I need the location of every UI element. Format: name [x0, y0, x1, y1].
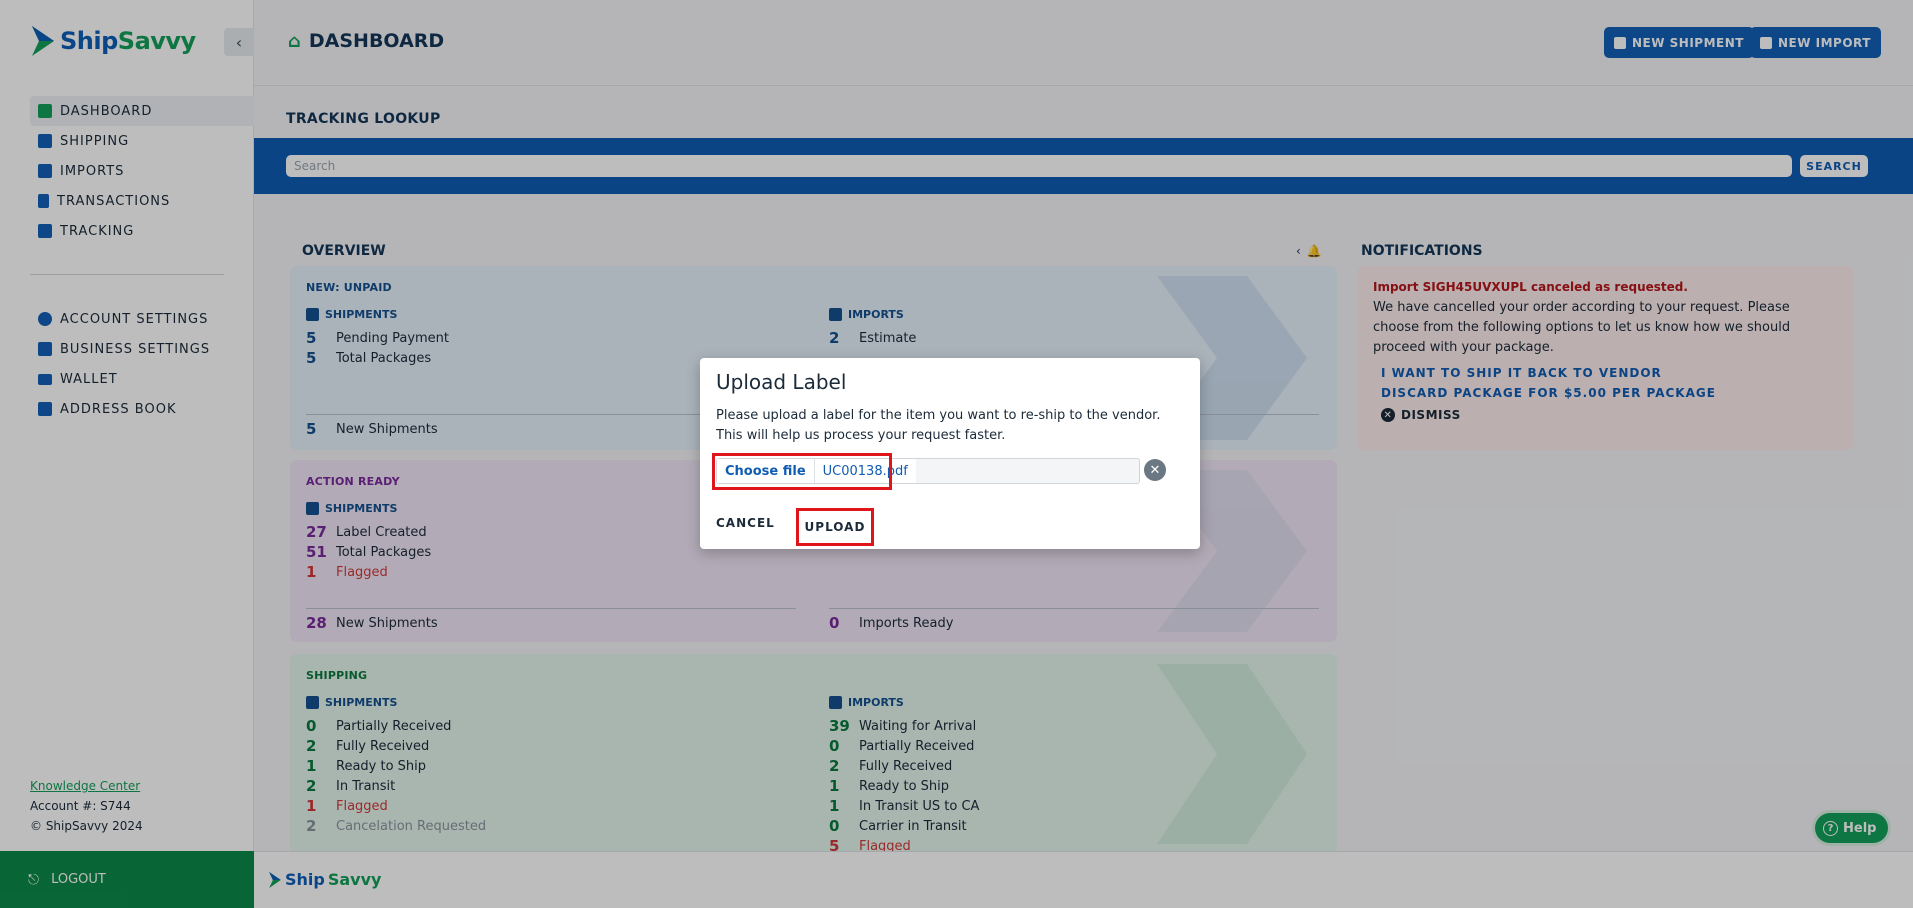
modal-title: Upload Label	[716, 370, 847, 394]
upload-label: UPLOAD	[804, 520, 866, 534]
upload-button[interactable]: UPLOAD	[796, 508, 874, 546]
upload-label-modal: Upload Label Please upload a label for t…	[700, 358, 1200, 549]
cancel-button[interactable]: CANCEL	[716, 516, 775, 530]
modal-description: Please upload a label for the item you w…	[716, 408, 1161, 443]
clear-file-icon[interactable]: ✕	[1144, 459, 1166, 481]
file-input-highlight	[712, 453, 892, 490]
